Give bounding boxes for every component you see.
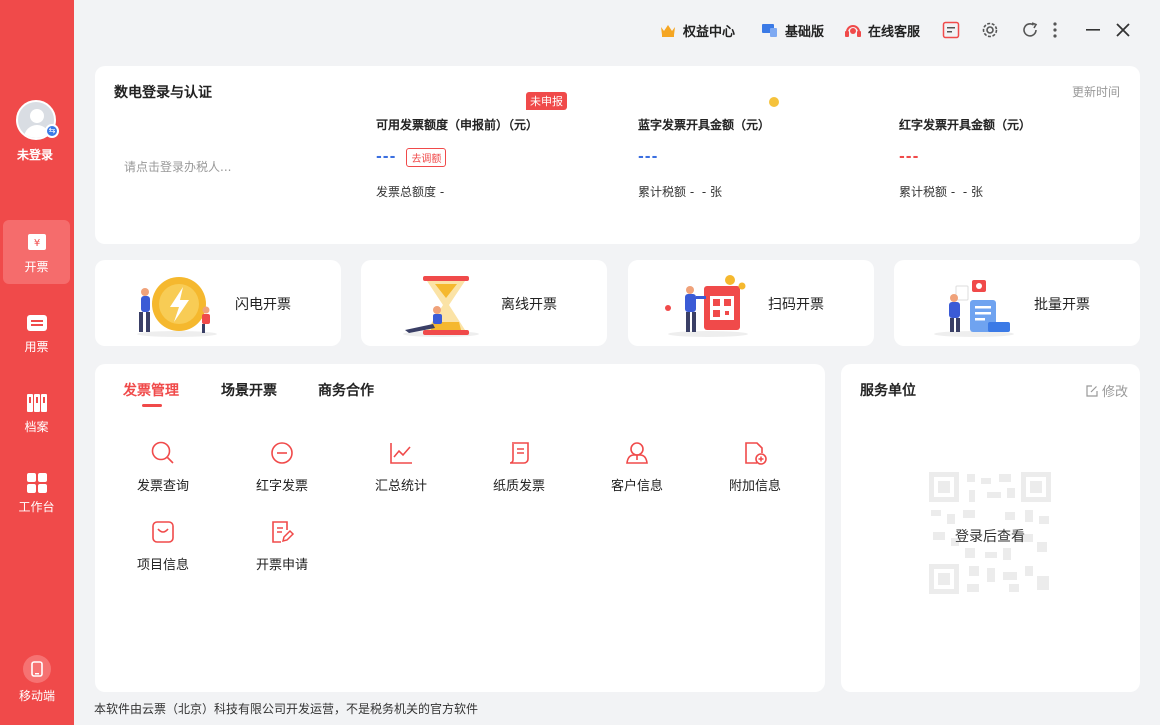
search-icon [151,441,174,464]
rights-center-link[interactable]: 权益中心 [659,20,735,40]
certification-card: 数电登录与认证 更新时间 请点击登录办税人... 未申报 可用发票额度（申报前）… [95,66,1140,244]
edit-icon [1086,384,1098,397]
quick-action-scan[interactable]: 扫码开票 [628,260,874,346]
blue-invoice-value: --- [638,149,659,165]
customer-icon [626,442,648,464]
func-label: 发票查询 [136,479,189,494]
line-chart-icon [390,443,412,464]
coin-icon [769,97,779,107]
func-project-info[interactable]: 项目信息 [113,519,213,573]
metric-sub: 发票总额度 - [376,185,445,199]
login-prompt[interactable]: 请点击登录办税人... [124,158,231,175]
edit-service-button[interactable]: 修改 [1086,381,1128,400]
active-tab-indicator [142,404,162,407]
certification-title: 数电登录与认证 [114,85,212,101]
func-red-invoice[interactable]: 红字发票 [232,440,332,494]
edition-link[interactable]: 基础版 [761,20,824,40]
available-quota-metric: 可用发票额度（申报前）（元） --- 去调额 发票总额度 - [376,116,616,200]
update-time-link[interactable]: 更新时间 [1072,83,1120,100]
login-to-view-text: 登录后查看 [955,529,1025,545]
ticket-icon [26,315,47,331]
func-label: 附加信息 [728,479,781,494]
more-icon[interactable] [1050,19,1060,41]
func-additional-info[interactable]: 附加信息 [705,440,805,494]
func-label: 纸质发票 [492,479,545,494]
scan-illustration [665,275,748,337]
metric-title: 可用发票额度（申报前）（元） [376,118,539,132]
paper-receipt-icon [509,442,529,464]
undeclared-badge: 未申报 [526,92,567,110]
func-customer-info[interactable]: 客户信息 [587,440,687,494]
red-invoice-value: --- [899,149,920,165]
quick-action-label: 离线开票 [501,297,557,313]
switch-account-icon[interactable]: ⇆ [45,124,59,138]
sidebar: ⇆ 未登录 ¥ 开票 用票 档案 工作台 移动端 [0,0,74,725]
quick-action-batch[interactable]: 批量开票 [894,260,1140,346]
message-icon[interactable] [940,19,962,41]
sidebar-item-invoice[interactable]: ¥ 开票 [3,220,70,284]
blue-invoice-metric: 蓝字发票开具金额（元） --- 累计税额 - - 张 [638,116,878,200]
sidebar-item-use[interactable]: 用票 [3,300,70,364]
edition-icon [762,24,777,37]
headset-icon [845,25,861,37]
func-summary-stats[interactable]: 汇总统计 [351,440,451,494]
workbench-icon [26,473,47,493]
minimize-icon[interactable] [1082,19,1104,41]
func-label: 项目信息 [136,558,189,573]
func-paper-invoice[interactable]: 纸质发票 [469,440,569,494]
sidebar-item-label: 用票 [24,340,49,354]
adjust-quota-button[interactable]: 去调额 [406,147,447,167]
func-label: 客户信息 [610,479,663,494]
tab-business-cooperation[interactable]: 商务合作 [318,380,374,400]
minus-circle-icon [271,442,293,464]
hourglass-illustration [403,276,479,337]
invoice-management-card: 发票管理 场景开票 商务合作 发票查询 红字发票 汇总统计 纸质发票 客户信息 … [95,364,825,692]
red-invoice-metric: 红字发票开具金额（元） --- 累计税额 - - 张 [899,116,1139,200]
online-support-link[interactable]: 在线客服 [844,20,920,40]
quick-action-lightning[interactable]: 闪电开票 [95,260,341,346]
sidebar-item-label: 档案 [24,420,49,434]
gear-icon[interactable] [979,19,1001,41]
lightning-illustration [137,277,217,337]
archive-icon [26,394,47,412]
quick-action-offline[interactable]: 离线开票 [361,260,607,346]
func-label: 红字发票 [255,479,308,494]
sidebar-item-mobile[interactable]: 移动端 [0,655,74,704]
sidebar-item-archive[interactable]: 档案 [3,380,70,444]
login-status[interactable]: 未登录 [0,146,70,163]
top-bar: 权益中心 基础版 在线客服 [74,0,1160,62]
quick-action-label: 扫码开票 [768,297,824,313]
footer-disclaimer: 本软件由云票（北京）科技有限公司开发运营，不是税务机关的官方软件 [94,702,479,716]
svg-text:¥: ¥ [33,238,39,249]
batch-illustration [934,280,1014,337]
invoice-icon: ¥ [27,234,46,250]
bag-icon [152,521,174,543]
service-unit-title: 服务单位 [860,383,916,399]
quick-action-label: 闪电开票 [235,297,291,313]
func-invoice-query[interactable]: 发票查询 [113,440,213,494]
phone-icon [23,655,51,683]
metric-title: 蓝字发票开具金额（元） [638,118,771,132]
func-label: 开票申请 [255,558,308,573]
func-label: 汇总统计 [374,479,427,494]
metric-sub: 累计税额 - - 张 [638,185,723,199]
metric-title: 红字发票开具金额（元） [899,118,1032,132]
sidebar-item-label: 工作台 [18,500,55,514]
service-unit-card: 服务单位 修改 登录后查看 [841,364,1140,692]
add-document-icon [745,442,767,465]
func-invoice-application[interactable]: 开票申请 [232,519,332,573]
metric-sub: 累计税额 - - 张 [899,185,984,199]
edit-document-icon [272,521,295,543]
sidebar-item-workbench[interactable]: 工作台 [3,460,70,524]
available-quota-value: --- [376,149,397,165]
close-icon[interactable] [1112,19,1134,41]
tab-invoice-management[interactable]: 发票管理 [123,380,179,400]
tab-scenario-invoicing[interactable]: 场景开票 [221,380,277,400]
sidebar-item-label: 移动端 [18,689,55,703]
quick-action-label: 批量开票 [1034,297,1090,313]
refresh-icon[interactable] [1019,19,1041,41]
sidebar-item-label: 开票 [24,260,49,274]
crown-icon [661,25,675,37]
